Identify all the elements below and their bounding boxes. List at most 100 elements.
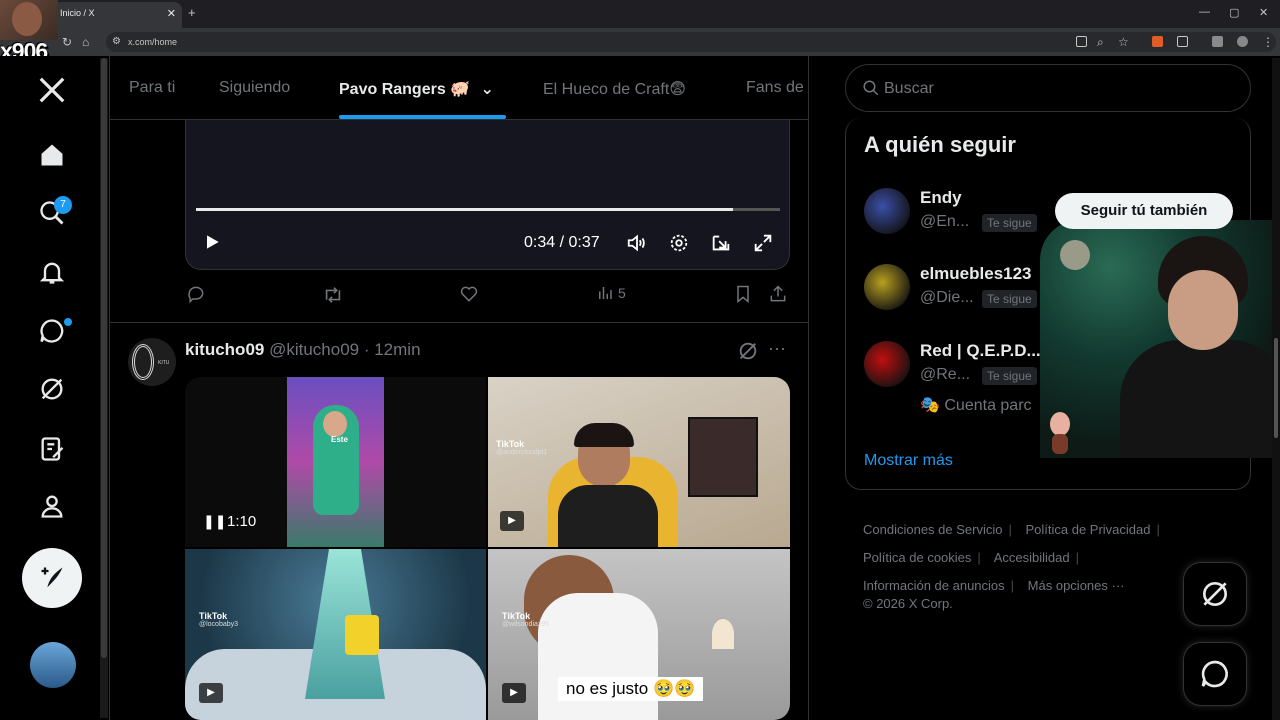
tab-el-hueco-de-craft[interactable]: El Hueco de Craft😨 xyxy=(543,79,686,99)
tab-title: Inicio / X xyxy=(60,8,95,18)
footer-link[interactable]: Política de cookies xyxy=(863,550,971,565)
search-placeholder: Buscar xyxy=(884,80,934,97)
new-tab-icon[interactable]: + xyxy=(188,5,196,20)
repost-icon[interactable] xyxy=(322,284,344,306)
fullscreen-icon[interactable] xyxy=(752,232,774,259)
streamer-cam-thumbnail xyxy=(0,0,58,40)
grok-dot-badge xyxy=(64,318,72,326)
video-sticker-text: Este xyxy=(331,435,348,444)
avatar[interactable] xyxy=(864,264,910,310)
tweet-author-name[interactable]: kitucho09 xyxy=(185,340,264,359)
video-progress-fill xyxy=(196,208,734,211)
play-icon[interactable]: ▶ xyxy=(502,683,526,703)
tab-close-icon[interactable]: ✕ xyxy=(167,7,176,20)
copyright: © 2026 X Corp. xyxy=(863,596,953,611)
profile-icon[interactable] xyxy=(36,490,68,522)
follow-user-handle: @Die... xyxy=(920,289,974,306)
video-progress-bar[interactable] xyxy=(196,208,780,211)
minimize-icon[interactable]: — xyxy=(1199,6,1210,18)
tiktok-user: @wilsondiaz95 xyxy=(502,621,550,628)
follow-user-handle: @Re... xyxy=(920,366,971,383)
compose-post-button[interactable] xyxy=(22,548,82,608)
play-icon[interactable]: ▶ xyxy=(500,511,524,531)
zoom-icon[interactable]: ⌕ xyxy=(1097,35,1104,50)
browser-tab[interactable]: Inicio / X ✕ xyxy=(52,2,182,28)
search-input[interactable]: Buscar xyxy=(845,64,1251,112)
follow-user-handle: @En... xyxy=(920,213,970,230)
show-more-link[interactable]: Mostrar más xyxy=(864,452,953,470)
avatar[interactable] xyxy=(864,188,910,234)
views-stat[interactable]: 5 xyxy=(596,284,626,302)
x-logo-icon[interactable] xyxy=(36,74,68,106)
video-time: 0:34 / 0:37 xyxy=(524,234,600,251)
screen-share-icon[interactable] xyxy=(1076,36,1087,47)
avatar[interactable] xyxy=(864,341,910,387)
footer-link[interactable]: Información de anuncios xyxy=(863,578,1005,593)
tab-siguiendo[interactable]: Siguiendo xyxy=(219,79,290,97)
grok-fab-button[interactable] xyxy=(1183,562,1247,626)
footer-link[interactable]: Política de Privacidad xyxy=(1025,522,1150,537)
tab-pavo-rangers[interactable]: Pavo Rangers 🐖 ⌄ xyxy=(339,79,494,99)
mascot-sticker xyxy=(1046,408,1074,454)
left-scrollbar[interactable] xyxy=(100,58,108,718)
site-info-icon[interactable]: ⚙ xyxy=(112,36,121,47)
media-video-1[interactable]: Este ❚❚ 1:10 xyxy=(185,377,486,547)
views-chart-icon xyxy=(599,287,612,299)
timeline-tabs: Para ti Siguiendo Pavo Rangers 🐖 ⌄ El Hu… xyxy=(110,56,808,120)
tweet-author-avatar[interactable]: KITU xyxy=(128,338,176,386)
account-avatar[interactable] xyxy=(30,642,76,688)
notifications-icon[interactable] xyxy=(36,256,68,288)
like-icon[interactable] xyxy=(459,284,479,304)
url-text: x.com/home xyxy=(128,37,178,47)
maximize-icon[interactable]: ▢ xyxy=(1229,6,1239,19)
lists-icon[interactable] xyxy=(36,433,68,465)
close-window-icon[interactable]: ✕ xyxy=(1259,6,1268,19)
home-icon[interactable] xyxy=(36,139,68,171)
feather-plus-icon xyxy=(41,567,63,588)
tab-fans-de[interactable]: Fans de xyxy=(746,79,804,97)
media-video-4[interactable]: TikTok @wilsondiaz95 no es justo 🥹🥹 ▶ xyxy=(488,549,790,720)
footer-link[interactable]: Más opciones ··· xyxy=(1028,578,1125,593)
more-options-icon[interactable]: ··· xyxy=(768,338,786,359)
tweet-handle-time[interactable]: @kitucho09 · 12min xyxy=(269,340,420,359)
browser-home-icon[interactable]: ⌂ xyxy=(82,35,89,49)
settings-gear-icon[interactable] xyxy=(668,232,690,259)
views-count: 5 xyxy=(618,285,626,301)
media-control-icon[interactable] xyxy=(1212,36,1223,47)
tiktok-label: TikTok xyxy=(502,611,531,621)
reply-icon[interactable] xyxy=(186,284,206,304)
streamer-webcam-overlay xyxy=(1040,220,1276,458)
play-icon[interactable] xyxy=(202,232,222,257)
tiktok-label: TikTok xyxy=(496,439,525,449)
chevron-down-icon[interactable]: ⌄ xyxy=(481,81,494,98)
follows-you-badge: Te sigue xyxy=(982,367,1037,385)
browser-menu-icon[interactable]: ⋮ xyxy=(1262,35,1274,49)
extensions-puzzle-icon[interactable] xyxy=(1177,36,1188,47)
play-icon[interactable]: ▶ xyxy=(199,683,223,703)
follows-you-badge: Te sigue xyxy=(982,214,1037,232)
browser-tabbar: Inicio / X ✕ + — ▢ ✕ xyxy=(0,0,1280,28)
video-player[interactable]: 0:34 / 0:37 xyxy=(185,120,790,270)
bookmark-star-icon[interactable]: ☆ xyxy=(1118,35,1129,49)
footer-link[interactable]: Condiciones de Servicio xyxy=(863,522,1002,537)
messages-fab-button[interactable] xyxy=(1183,642,1247,706)
pause-icon[interactable]: ❚❚ xyxy=(203,513,226,530)
picture-in-picture-icon[interactable] xyxy=(710,232,732,259)
follow-back-button[interactable]: Seguir tú también xyxy=(1055,193,1233,229)
extension-icon[interactable] xyxy=(1152,36,1163,47)
bookmark-icon[interactable] xyxy=(733,284,753,304)
page-scrollbar[interactable] xyxy=(1272,58,1280,720)
grok-icon[interactable] xyxy=(36,373,68,405)
volume-icon[interactable] xyxy=(626,232,648,259)
footer-link[interactable]: Accesibilidad xyxy=(994,550,1070,565)
profile-avatar-icon[interactable] xyxy=(1237,36,1248,47)
active-tab-indicator xyxy=(339,115,506,119)
follow-user-name: Red | Q.E.P.D... xyxy=(920,341,1041,360)
avatar-logo-text: KITU xyxy=(158,360,170,366)
share-icon[interactable] xyxy=(768,284,788,304)
media-video-2[interactable]: TikTok @andercloudpl1 ▶ xyxy=(488,377,790,547)
reload-icon[interactable]: ↻ xyxy=(62,35,72,49)
grok-explain-icon[interactable] xyxy=(737,340,759,367)
media-video-3[interactable]: TikTok @locobaby3 ▶ xyxy=(185,549,486,720)
tab-para-ti[interactable]: Para ti xyxy=(129,79,175,97)
